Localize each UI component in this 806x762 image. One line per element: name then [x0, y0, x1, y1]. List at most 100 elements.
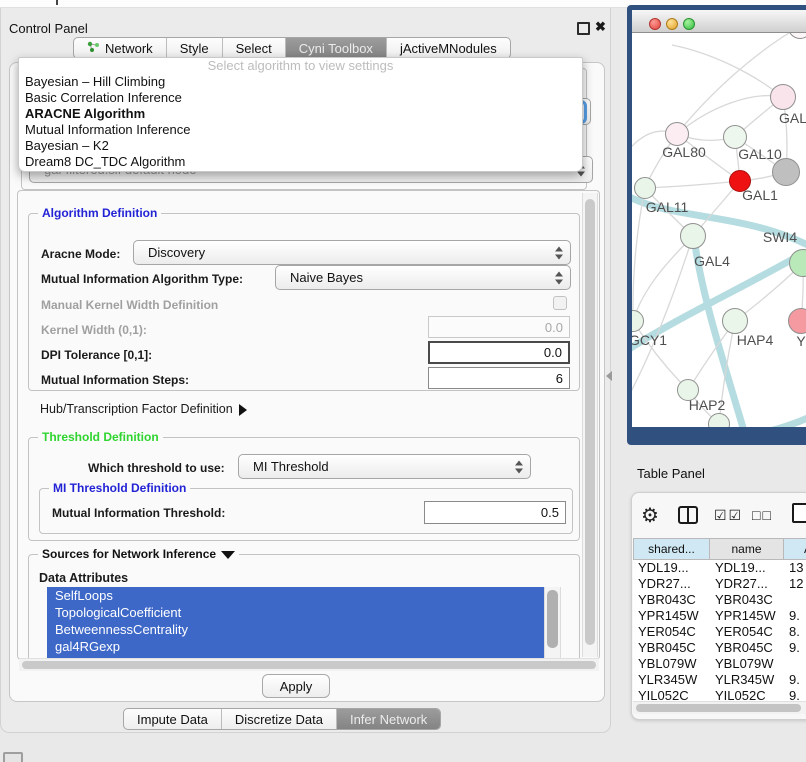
- algorithm-option-mutual-information-inference[interactable]: Mutual Information Inference: [19, 122, 582, 138]
- attribute-item-betweennesscentrality[interactable]: BetweennessCentrality: [47, 621, 559, 638]
- table-body: YDL19...YDL19...13YDR27...YDR27...12YBR0…: [633, 560, 806, 701]
- mi-threshold-label: Mutual Information Threshold:: [52, 506, 225, 520]
- mi-type-combo[interactable]: Naive Bayes: [275, 265, 571, 290]
- mi-steps-label: Mutual Information Steps:: [41, 373, 189, 387]
- tab-cyni-toolbox[interactable]: Cyni Toolbox: [286, 38, 387, 58]
- network-window-titlebar[interactable]: [632, 10, 806, 33]
- settings-hscroll-thumb[interactable]: [22, 661, 596, 669]
- tab-label: Cyni Toolbox: [299, 41, 373, 56]
- mi-type-label: Mutual Information Algorithm Type:: [41, 272, 243, 286]
- algorithm-dropdown-list: Bayesian – Hill ClimbingBasic Correlatio…: [19, 74, 582, 170]
- table-row[interactable]: YIL052CYIL052C9.: [633, 688, 806, 701]
- network-node-gal4[interactable]: [680, 223, 706, 249]
- dock-panel-icon[interactable]: [3, 752, 23, 762]
- deselect-all-checkboxes-icon[interactable]: □□: [752, 507, 773, 523]
- network-node-gal11[interactable]: [634, 177, 656, 199]
- table-cell: 9.: [784, 688, 806, 701]
- attribute-item-topologicalcoefficient[interactable]: TopologicalCoefficient: [47, 604, 559, 621]
- table-row[interactable]: YER054CYER054C8.: [633, 624, 806, 640]
- zoom-window-icon[interactable]: [683, 18, 695, 30]
- table-row[interactable]: YBR045CYBR045C9.: [633, 640, 806, 656]
- table-row[interactable]: YBR043CYBR043C: [633, 592, 806, 608]
- float-panel-icon[interactable]: [577, 22, 590, 35]
- column-header-a[interactable]: A: [784, 538, 806, 560]
- tab-jactivemnodules[interactable]: jActiveMNodules: [387, 38, 510, 58]
- network-canvas[interactable]: GALGAL80GAL10GAL1GAL11SWI4GAL4GCY1HAP4YH…: [632, 33, 806, 427]
- tab-style[interactable]: Style: [167, 38, 223, 58]
- table-cell: 8.: [784, 624, 806, 640]
- stepper-icon: [554, 271, 563, 284]
- dpi-tolerance-field[interactable]: 0.0: [428, 341, 570, 364]
- cyni-algorithm-settings-group: Algorithm Definition Aracne Mode: Discov…: [17, 190, 600, 660]
- settings-vscroll-thumb[interactable]: [585, 199, 595, 645]
- which-threshold-combo[interactable]: MI Threshold: [238, 454, 531, 479]
- table-cell: 9.: [784, 672, 806, 688]
- close-panel-icon[interactable]: ✖: [595, 19, 606, 35]
- algorithm-option-bayesian-k2[interactable]: Bayesian – K2: [19, 138, 582, 154]
- table-cell: YBR045C: [710, 640, 784, 656]
- close-window-icon[interactable]: [649, 18, 661, 30]
- settings-horizontal-scrollbar[interactable]: [19, 658, 599, 671]
- network-node[interactable]: [772, 158, 800, 186]
- algorithm-definition-title: Algorithm Definition: [38, 206, 161, 220]
- column-header-shared[interactable]: shared...: [633, 538, 710, 560]
- table-cell: YBL079W: [710, 656, 784, 672]
- network-node-hap4[interactable]: [722, 308, 748, 334]
- dropdown-prompt: Select algorithm to view settings: [19, 58, 582, 74]
- table-horizontal-scrollbar[interactable]: [633, 701, 806, 714]
- panel-divider-handle[interactable]: [606, 371, 612, 381]
- mi-threshold-group-title: MI Threshold Definition: [49, 481, 190, 495]
- which-threshold-value: MI Threshold: [253, 459, 329, 474]
- bottom-tab-label: Impute Data: [137, 712, 208, 727]
- network-node-gal80[interactable]: [665, 122, 689, 146]
- attributes-scrollbar[interactable]: [544, 587, 561, 660]
- table-hscroll-thumb[interactable]: [636, 704, 801, 712]
- collapse-arrow-icon: [221, 551, 235, 559]
- manual-kernel-label: Manual Kernel Width Definition: [41, 298, 218, 312]
- select-all-checkboxes-icon[interactable]: ☑☑: [714, 507, 743, 524]
- mi-threshold-group: MI Threshold Definition Mutual Informati…: [39, 488, 573, 534]
- attribute-item-gal4rgexp[interactable]: gal4RGexp: [47, 638, 559, 655]
- table-row[interactable]: YBL079WYBL079W: [633, 656, 806, 672]
- split-view-icon[interactable]: [678, 506, 698, 524]
- sources-group-title[interactable]: Sources for Network Inference: [38, 547, 239, 561]
- algorithm-option-aracne-algorithm[interactable]: ARACNE Algorithm: [19, 106, 582, 122]
- mi-steps-field[interactable]: 6: [428, 367, 570, 389]
- algorithm-option-basic-correlation-inference[interactable]: Basic Correlation Inference: [19, 90, 582, 106]
- gear-icon[interactable]: ⚙: [641, 503, 659, 528]
- data-attributes-list[interactable]: SelfLoopsTopologicalCoefficientBetweenne…: [47, 587, 559, 660]
- mi-threshold-field[interactable]: 0.5: [424, 501, 566, 524]
- node-label-y: Y: [796, 333, 805, 349]
- kernel-width-field[interactable]: 0.0: [428, 316, 570, 338]
- settings-vertical-scrollbar[interactable]: [582, 193, 598, 657]
- table-cell: YBR043C: [633, 592, 710, 608]
- network-node-gal[interactable]: [770, 84, 796, 110]
- column-header-name[interactable]: name: [710, 538, 784, 560]
- hub-definition-toggle[interactable]: Hub/Transcription Factor Definition: [40, 402, 247, 416]
- table-cell: YDL19...: [710, 560, 784, 576]
- bottom-tab-discretize-data[interactable]: Discretize Data: [222, 709, 337, 729]
- node-label-gal1: GAL1: [742, 187, 778, 203]
- bottom-tab-infer-network[interactable]: Infer Network: [337, 709, 440, 729]
- apply-button[interactable]: Apply: [262, 674, 330, 698]
- aracne-mode-combo[interactable]: Discovery: [133, 240, 571, 265]
- table-row[interactable]: YDL19...YDL19...13: [633, 560, 806, 576]
- manual-kernel-checkbox[interactable]: [553, 296, 567, 310]
- new-table-icon[interactable]: [792, 503, 806, 523]
- table-row[interactable]: YLR345WYLR345W9.: [633, 672, 806, 688]
- table-cell: YDR27...: [710, 576, 784, 592]
- attribute-item-selfloops[interactable]: SelfLoops: [47, 587, 559, 604]
- attributes-scroll-thumb[interactable]: [547, 590, 558, 648]
- table-cell: YPR145W: [633, 608, 710, 624]
- table-cell: YBR043C: [710, 592, 784, 608]
- table-cell: YDL19...: [633, 560, 710, 576]
- table-cell: YIL052C: [710, 688, 784, 701]
- tab-network[interactable]: Network: [74, 38, 167, 58]
- tab-select[interactable]: Select: [223, 38, 286, 58]
- table-row[interactable]: YDR27...YDR27...12: [633, 576, 806, 592]
- algorithm-option-bayesian-hill-climbing[interactable]: Bayesian – Hill Climbing: [19, 74, 582, 90]
- bottom-tab-impute-data[interactable]: Impute Data: [124, 709, 222, 729]
- table-row[interactable]: YPR145WYPR145W9.: [633, 608, 806, 624]
- minimize-window-icon[interactable]: [666, 18, 678, 30]
- algorithm-option-dream8-dc-tdc-algorithm[interactable]: Dream8 DC_TDC Algorithm: [19, 154, 582, 170]
